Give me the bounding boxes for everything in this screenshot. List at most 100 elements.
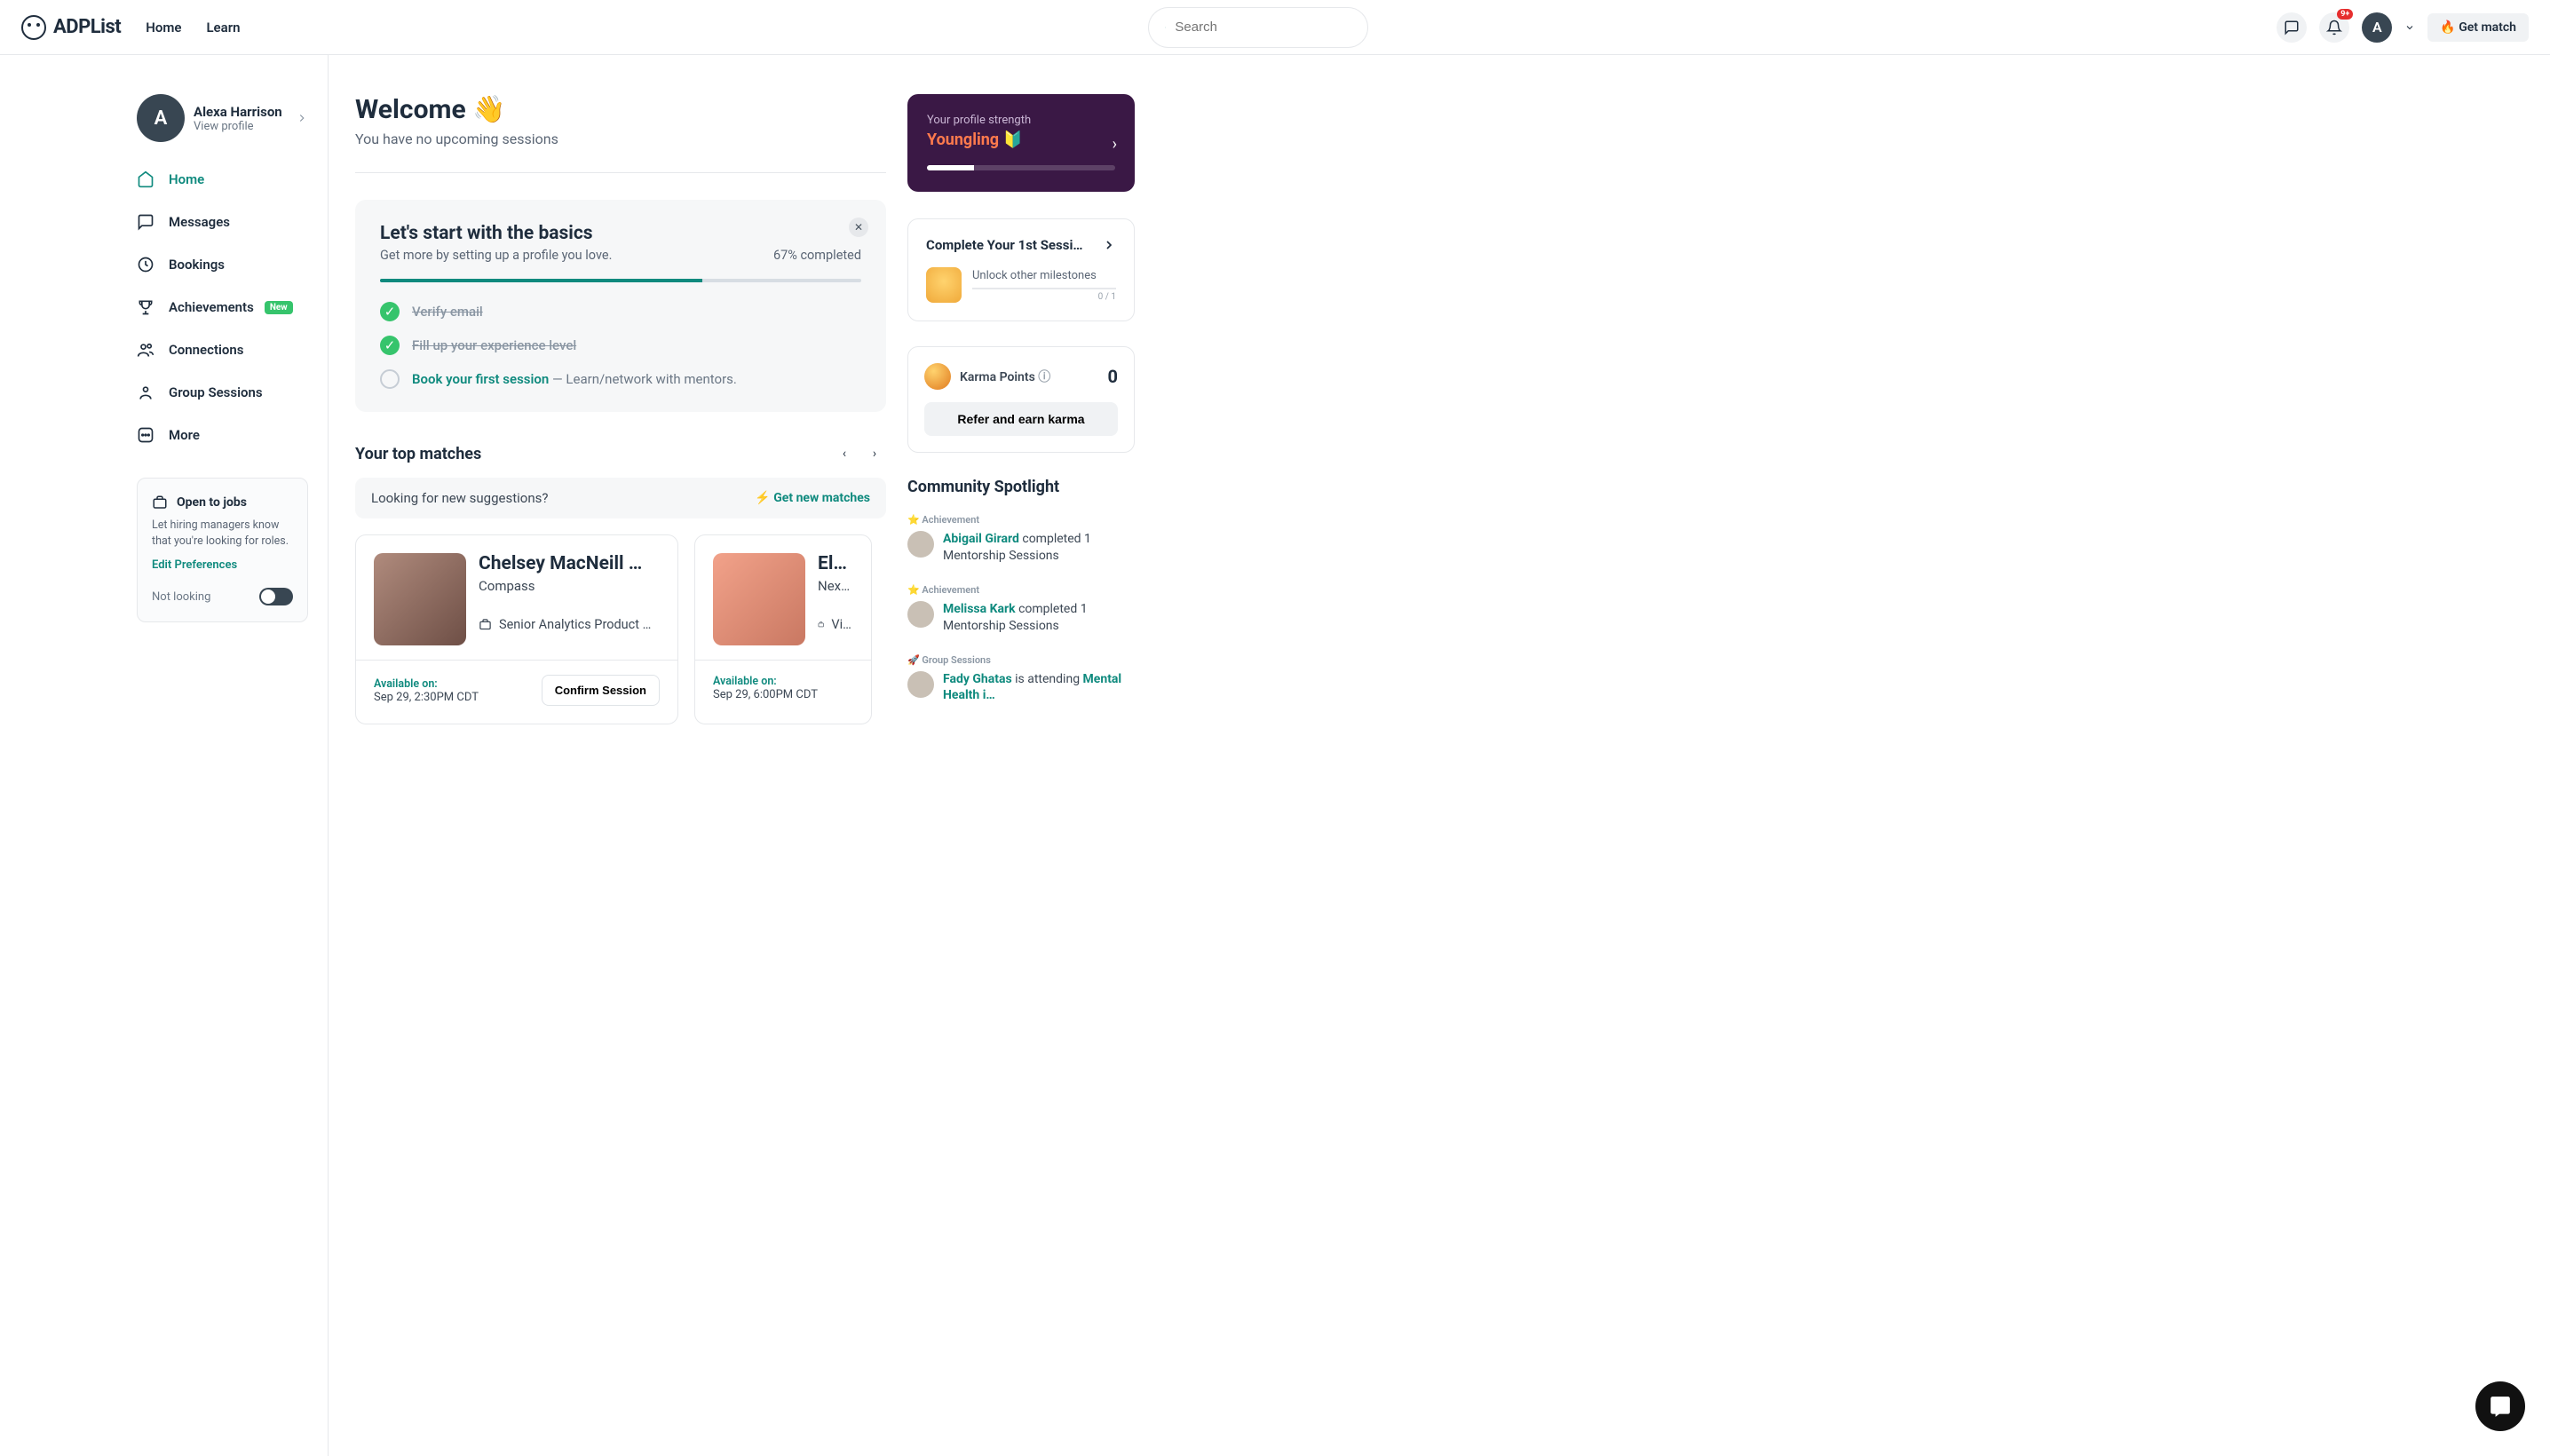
step-link[interactable]: Book your first session bbox=[412, 371, 549, 387]
intercom-icon bbox=[2489, 1395, 2512, 1418]
step-experience: ✓ Fill up your experience level bbox=[380, 336, 861, 355]
step-tail: — Learn/network with mentors. bbox=[549, 371, 737, 387]
mentor-role: Senior Analytics Product … bbox=[499, 617, 651, 632]
suggestions-bar: Looking for new suggestions? ⚡ Get new m… bbox=[355, 478, 886, 518]
matches-row: Chelsey MacNeill … Compass Senior Analyt… bbox=[355, 534, 886, 724]
header: ADPList Home Learn 9+ A 🔥 Get match bbox=[0, 0, 2550, 55]
next-matches-button[interactable]: › bbox=[863, 442, 886, 465]
welcome-title: Welcome 👋 bbox=[355, 94, 886, 125]
available-label: Available on: bbox=[713, 675, 818, 688]
nav-learn[interactable]: Learn bbox=[206, 20, 240, 36]
chevron-right-icon: › bbox=[1113, 135, 1117, 154]
jobs-toggle-row: Not looking bbox=[152, 588, 293, 605]
logo[interactable]: ADPList bbox=[21, 15, 121, 40]
sidebar-item-label: Messages bbox=[169, 214, 230, 230]
message-icon bbox=[137, 213, 154, 231]
confirm-session-button[interactable]: Confirm Session bbox=[542, 675, 660, 706]
spotlight-item[interactable]: ⭐ Achievement Melissa Kark completed 1 M… bbox=[907, 584, 1135, 635]
step-verify-email: ✓ Verify email bbox=[380, 302, 861, 321]
jobs-toggle-label: Not looking bbox=[152, 590, 210, 604]
open-to-jobs-card: Open to jobs Let hiring managers know th… bbox=[137, 478, 308, 622]
more-icon bbox=[137, 426, 154, 444]
get-match-button[interactable]: 🔥 Get match bbox=[2427, 13, 2529, 42]
search-input[interactable] bbox=[1175, 20, 1351, 35]
spotlight-avatar bbox=[907, 531, 934, 558]
sidebar-item-messages[interactable]: Messages bbox=[137, 213, 308, 231]
mentor-role-row: Video … bbox=[818, 617, 853, 632]
karma-label: Karma Points ⓘ bbox=[960, 368, 1050, 385]
sidebar-item-label: Bookings bbox=[169, 257, 225, 273]
sidebar-item-connections[interactable]: Connections bbox=[137, 341, 308, 359]
mentor-name: Elba F… bbox=[818, 553, 853, 574]
empty-check-icon bbox=[380, 369, 400, 389]
sidebar-item-home[interactable]: Home bbox=[137, 170, 308, 188]
sidebar-item-bookings[interactable]: Bookings bbox=[137, 256, 308, 273]
sidebar-profile[interactable]: A Alexa Harrison View profile bbox=[137, 94, 308, 142]
refer-karma-button[interactable]: Refer and earn karma bbox=[924, 402, 1118, 436]
profile-strength-card[interactable]: Your profile strength Youngling 🔰 › bbox=[907, 94, 1135, 192]
basics-progress bbox=[380, 279, 861, 282]
briefcase-icon bbox=[479, 618, 492, 631]
briefcase-icon bbox=[152, 495, 168, 510]
check-icon: ✓ bbox=[380, 302, 400, 321]
prev-matches-button[interactable]: ‹ bbox=[833, 442, 856, 465]
jobs-title-row: Open to jobs bbox=[152, 495, 293, 510]
sidebar-item-label: Achievements bbox=[169, 299, 254, 315]
avatar-menu[interactable]: A bbox=[2362, 12, 2392, 43]
spotlight-item[interactable]: ⭐ Achievement Abigail Girard completed 1… bbox=[907, 514, 1135, 565]
close-button[interactable]: ✕ bbox=[849, 218, 868, 237]
spotlight-item[interactable]: 🚀 Group Sessions Fady Ghatas is attendin… bbox=[907, 654, 1135, 705]
milestone-title: Complete Your 1st Sessi… bbox=[926, 237, 1083, 253]
briefcase-icon bbox=[818, 618, 824, 631]
logo-text: ADPList bbox=[53, 16, 121, 38]
basics-card: ✕ Let's start with the basics Get more b… bbox=[355, 200, 886, 412]
basics-subtitle: Get more by setting up a profile you lov… bbox=[380, 248, 612, 263]
nav-home[interactable]: Home bbox=[146, 20, 181, 36]
milestone-count: 0 / 1 bbox=[972, 292, 1116, 302]
matches-header: Your top matches ‹ › bbox=[355, 442, 886, 465]
strength-progress bbox=[927, 165, 1115, 170]
chat-fab[interactable] bbox=[2475, 1381, 2525, 1431]
sidebar-item-more[interactable]: More bbox=[137, 426, 308, 444]
basics-percent: 67% completed bbox=[773, 248, 861, 263]
users-icon bbox=[137, 341, 154, 359]
mentor-avatar bbox=[374, 553, 466, 645]
match-card[interactable]: Chelsey MacNeill … Compass Senior Analyt… bbox=[355, 534, 678, 724]
main-content: Welcome 👋 You have no upcoming sessions … bbox=[329, 55, 886, 1456]
edit-preferences-link[interactable]: Edit Preferences bbox=[152, 558, 293, 572]
chevron-right-icon bbox=[296, 112, 308, 124]
sidebar-item-label: Connections bbox=[169, 342, 243, 358]
right-column: Your profile strength Youngling 🔰 › Comp… bbox=[886, 55, 1156, 1456]
available-time: Sep 29, 6:00PM CDT bbox=[713, 688, 818, 701]
available-label: Available on: bbox=[374, 677, 479, 691]
group-icon bbox=[137, 384, 154, 401]
milestone-card[interactable]: Complete Your 1st Sessi… Unlock other mi… bbox=[907, 218, 1135, 321]
sidebar-item-group-sessions[interactable]: Group Sessions bbox=[137, 384, 308, 401]
mentor-role-row: Senior Analytics Product … bbox=[479, 617, 651, 632]
match-card[interactable]: Elba F… Nexstar … Video … Available on: … bbox=[694, 534, 872, 724]
logo-icon bbox=[21, 15, 46, 40]
spotlight-tag: ⭐ Achievement bbox=[907, 584, 1135, 596]
search-box[interactable] bbox=[1148, 7, 1368, 48]
avatar: A bbox=[137, 94, 185, 142]
messages-button[interactable] bbox=[2277, 12, 2307, 43]
sidebar-item-label: Home bbox=[169, 171, 204, 187]
sidebar-item-achievements[interactable]: Achievements New bbox=[137, 298, 308, 316]
mentor-name: Chelsey MacNeill … bbox=[479, 553, 651, 574]
get-new-matches-link[interactable]: ⚡ Get new matches bbox=[755, 491, 870, 505]
spotlight-tag: ⭐ Achievement bbox=[907, 514, 1135, 526]
chevron-right-icon bbox=[1102, 238, 1116, 252]
profile-name: Alexa Harrison bbox=[194, 104, 287, 120]
spotlight-avatar bbox=[907, 601, 934, 628]
chevron-down-icon[interactable] bbox=[2404, 22, 2415, 33]
sidebar-item-label: More bbox=[169, 427, 200, 443]
mentor-company: Nexstar … bbox=[818, 578, 853, 594]
home-icon bbox=[137, 170, 154, 188]
community-title: Community Spotlight bbox=[907, 478, 1135, 496]
bell-icon bbox=[2326, 20, 2342, 36]
suggest-text: Looking for new suggestions? bbox=[371, 490, 548, 506]
jobs-toggle[interactable] bbox=[259, 588, 293, 605]
trophy-icon bbox=[137, 298, 154, 316]
sidebar-nav: Home Messages Bookings Achievements New … bbox=[137, 170, 308, 444]
notifications-button[interactable]: 9+ bbox=[2319, 12, 2349, 43]
